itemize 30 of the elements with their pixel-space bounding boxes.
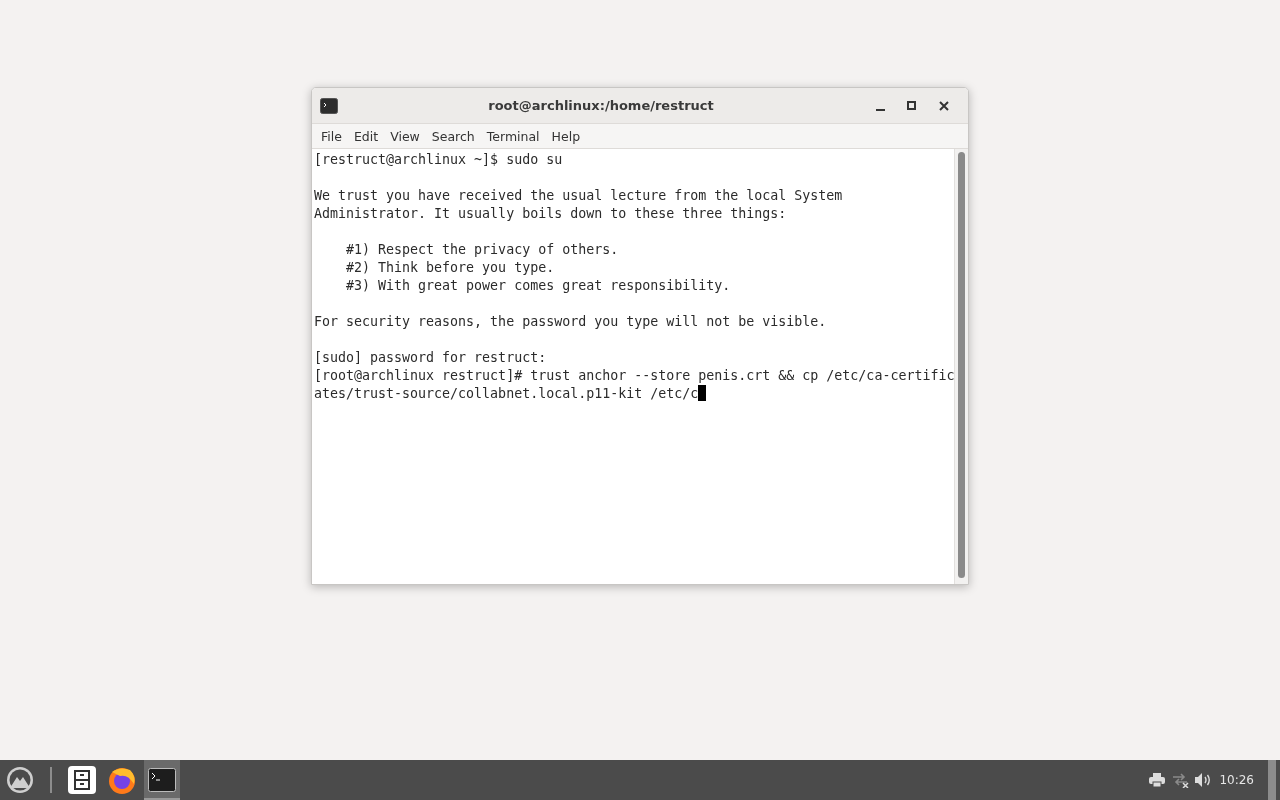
terminal-icon bbox=[320, 97, 338, 114]
file-cabinet-icon bbox=[68, 766, 96, 794]
terminal-line: [restruct@archlinux ~]$ sudo su bbox=[314, 152, 563, 167]
menu-item[interactable]: Edit bbox=[347, 126, 385, 146]
volume-icon[interactable] bbox=[1195, 773, 1212, 787]
menu-item[interactable]: Search bbox=[425, 126, 481, 146]
maximize-icon bbox=[907, 100, 917, 111]
terminal-line: #3) With great power comes great responsibility. bbox=[345, 278, 731, 293]
menu-item[interactable]: Terminal bbox=[480, 126, 546, 146]
terminal-line: #1) Respect the privacy of others. bbox=[345, 242, 619, 257]
menu-item[interactable]: View bbox=[384, 126, 426, 146]
terminal-line: Administrator. It usually boils down to these three things: bbox=[314, 206, 787, 221]
minimize-icon bbox=[875, 108, 885, 111]
menu-item[interactable]: Help bbox=[545, 126, 587, 146]
close-icon bbox=[939, 100, 949, 111]
network-disconnected-icon[interactable] bbox=[1171, 772, 1190, 788]
terminal-icon bbox=[148, 768, 176, 792]
menu-item[interactable]: File bbox=[315, 126, 348, 146]
terminal-line: We trust you have received the usual lecture from the local System bbox=[314, 188, 843, 203]
terminal-line: [root@archlinux restruct]# trust anchor --store penis.crt && cp /etc/ca-certific bbox=[314, 368, 955, 383]
clock[interactable]: 10:26 bbox=[1219, 773, 1254, 787]
taskbar-button[interactable] bbox=[144, 760, 180, 800]
terminal-line: #2) Think before you type. bbox=[345, 260, 555, 275]
mountain-logo-icon bbox=[6, 766, 34, 794]
terminal-line: For security reasons, the password you type will not be visible. bbox=[314, 314, 827, 329]
terminal-line: ates/trust-source/collabnet.local.p11-kit /etc/c bbox=[314, 386, 699, 401]
terminal-line: [sudo] password for restruct: bbox=[314, 350, 547, 365]
window-title: root@archlinux:/home/restruct bbox=[487, 98, 715, 113]
printer-icon[interactable] bbox=[1149, 773, 1166, 787]
scrollbar[interactable] bbox=[954, 149, 968, 584]
